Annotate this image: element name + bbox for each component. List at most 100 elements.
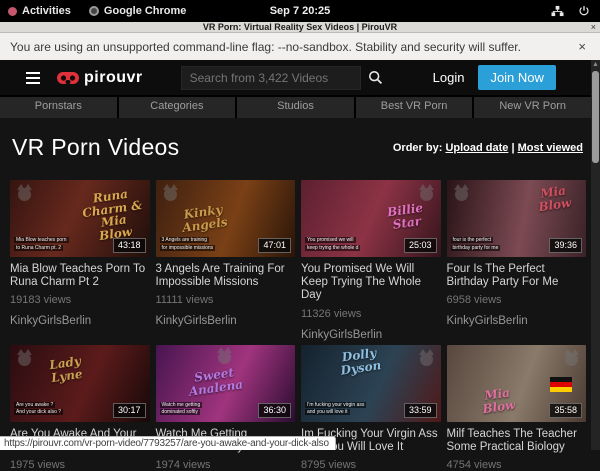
order-separator: | bbox=[511, 142, 514, 154]
tab-close-icon[interactable]: × bbox=[591, 22, 596, 32]
thumbnail-caption: 3 Angels are trainingfor impossible miss… bbox=[160, 237, 216, 252]
video-views: 11326 views bbox=[301, 308, 441, 320]
video-thumbnail[interactable]: Mia Blow four is the perfectbirthday par… bbox=[447, 180, 587, 257]
thumbnail-overlay-title: Mia Blow bbox=[527, 183, 582, 215]
order-link-upload-date[interactable]: Upload date bbox=[445, 142, 508, 154]
thumbnail-overlay-title: Lady Lyne bbox=[42, 354, 89, 385]
video-card[interactable]: Kinky Angels 3 Angels are trainingfor im… bbox=[156, 180, 296, 341]
search-bar bbox=[181, 66, 391, 90]
duration-badge: 30:17 bbox=[113, 403, 146, 418]
video-title[interactable]: Milf Teaches The Teacher Some Practical … bbox=[447, 428, 587, 454]
nav-item-categories[interactable]: Categories bbox=[119, 97, 236, 118]
video-card[interactable]: Sweet Analena Watch me gettingdominated … bbox=[156, 345, 296, 471]
search-button[interactable] bbox=[361, 66, 391, 90]
scrollbar-thumb[interactable] bbox=[592, 71, 599, 163]
video-thumbnail[interactable]: Sweet Analena Watch me gettingdominated … bbox=[156, 345, 296, 422]
video-views: 6958 views bbox=[447, 294, 587, 306]
video-title[interactable]: Four Is The Perfect Birthday Party For M… bbox=[447, 263, 587, 289]
duration-badge: 35:58 bbox=[549, 403, 582, 418]
duration-badge: 47:01 bbox=[258, 238, 291, 253]
tab-title[interactable]: VR Porn: Virtual Reality Sex Videos | Pi… bbox=[0, 22, 600, 33]
thumbnail-overlay-title: Billie Star bbox=[379, 201, 432, 233]
video-studio-link[interactable]: KinkyGirlsBerlin bbox=[301, 329, 441, 341]
thumbnail-overlay-title: Kinky Angels bbox=[172, 202, 235, 235]
video-title[interactable]: 3 Angels Are Training For Impossible Mis… bbox=[156, 263, 296, 289]
thumbnail-caption: Are you awake ?And your dick also ? bbox=[14, 402, 63, 417]
brand-name: pirouvr bbox=[84, 69, 143, 87]
studio-watermark-icon bbox=[218, 351, 231, 364]
german-flag-icon bbox=[550, 377, 572, 392]
duration-badge: 36:30 bbox=[258, 403, 291, 418]
video-views: 8795 views bbox=[301, 459, 441, 471]
thumbnail-overlay-title: Runa Charm & Mia Blow bbox=[78, 186, 146, 245]
video-card[interactable]: Dolly Dyson I'm fucking your virgin assa… bbox=[301, 345, 441, 471]
video-views: 11111 views bbox=[156, 294, 296, 306]
video-views: 1974 views bbox=[156, 459, 296, 471]
video-thumbnail[interactable]: Mia Blow 35:58 bbox=[447, 345, 587, 422]
video-thumbnail[interactable]: Lady Lyne Are you awake ?And your dick a… bbox=[10, 345, 150, 422]
video-studio-link[interactable]: KinkyGirlsBerlin bbox=[156, 315, 296, 327]
search-icon bbox=[368, 70, 383, 85]
nav-item-new-vr-porn[interactable]: New VR Porn bbox=[474, 97, 591, 118]
studio-watermark-icon bbox=[420, 353, 433, 366]
video-title[interactable]: Mia Blow Teaches Porn To Runa Charm Pt 2 bbox=[10, 263, 150, 289]
video-views: 1975 views bbox=[10, 459, 150, 471]
thumbnail-caption: Watch me gettingdominated softly bbox=[160, 402, 203, 417]
thumbnail-caption: four is the perfectbirthday party for me bbox=[451, 237, 501, 252]
video-grid: Runa Charm & Mia Blow Mia Blow teaches p… bbox=[10, 180, 586, 471]
power-icon[interactable] bbox=[578, 5, 590, 17]
video-card[interactable]: Runa Charm & Mia Blow Mia Blow teaches p… bbox=[10, 180, 150, 341]
video-card[interactable]: Lady Lyne Are you awake ?And your dick a… bbox=[10, 345, 150, 471]
search-input[interactable] bbox=[181, 66, 361, 90]
login-link[interactable]: Login bbox=[433, 70, 465, 85]
video-thumbnail[interactable]: Billie Star You promised we willkeep try… bbox=[301, 180, 441, 257]
warning-message: You are using an unsupported command-lin… bbox=[10, 40, 521, 54]
menu-icon[interactable] bbox=[26, 69, 40, 87]
duration-badge: 39:36 bbox=[549, 238, 582, 253]
page-title: VR Porn Videos bbox=[12, 134, 179, 161]
site-header: pirouvr Login Join Now bbox=[0, 60, 600, 95]
order-link-most-viewed[interactable]: Most viewed bbox=[518, 142, 583, 154]
video-card[interactable]: Mia Blow 35:58 Milf Teaches The Teacher … bbox=[447, 345, 587, 471]
video-studio-link[interactable]: KinkyGirlsBerlin bbox=[10, 315, 150, 327]
thumbnail-overlay-title: Mia Blow bbox=[467, 385, 528, 418]
video-card[interactable]: Mia Blow four is the perfectbirthday par… bbox=[447, 180, 587, 341]
scrollbar-up-arrow-icon[interactable]: ▲ bbox=[591, 60, 600, 70]
order-by-label: Order by: bbox=[393, 142, 443, 154]
main-nav: Pornstars Categories Studios Best VR Por… bbox=[0, 95, 591, 118]
clock[interactable]: Sep 7 20:25 bbox=[0, 5, 600, 17]
status-url-bubble: https://pirouvr.com/vr-porn-video/779325… bbox=[0, 436, 336, 450]
video-thumbnail[interactable]: Dolly Dyson I'm fucking your virgin assa… bbox=[301, 345, 441, 422]
video-card[interactable]: Billie Star You promised we willkeep try… bbox=[301, 180, 441, 341]
video-thumbnail[interactable]: Runa Charm & Mia Blow Mia Blow teaches p… bbox=[10, 180, 150, 257]
duration-badge: 25:03 bbox=[404, 238, 437, 253]
nav-item-best-vr-porn[interactable]: Best VR Porn bbox=[356, 97, 473, 118]
site-logo[interactable]: pirouvr bbox=[56, 69, 143, 87]
video-views: 4754 views bbox=[447, 459, 587, 471]
order-by-controls: Order by: Upload date | Most viewed bbox=[393, 142, 583, 154]
video-studio-link[interactable]: KinkyGirlsBerlin bbox=[447, 315, 587, 327]
page-heading-row: VR Porn Videos Order by: Upload date | M… bbox=[0, 118, 591, 180]
join-now-button[interactable]: Join Now bbox=[478, 65, 555, 90]
video-thumbnail[interactable]: Kinky Angels 3 Angels are trainingfor im… bbox=[156, 180, 296, 257]
duration-badge: 43:18 bbox=[113, 238, 146, 253]
warning-close-icon[interactable]: × bbox=[578, 39, 590, 54]
vr-headset-logo-icon bbox=[56, 71, 80, 85]
studio-watermark-icon bbox=[565, 353, 578, 366]
network-icon[interactable] bbox=[551, 5, 564, 17]
thumbnail-caption: I'm fucking your virgin assand you will … bbox=[305, 402, 366, 417]
page-scrollbar[interactable]: ▲ bbox=[591, 60, 600, 450]
thumbnail-overlay-title: Sweet Analena bbox=[182, 364, 247, 398]
studio-watermark-icon bbox=[420, 188, 433, 201]
video-title[interactable]: You Promised We Will Keep Trying The Who… bbox=[301, 263, 441, 303]
browser-tab-bar: VR Porn: Virtual Reality Sex Videos | Pi… bbox=[0, 22, 600, 33]
nav-item-pornstars[interactable]: Pornstars bbox=[0, 97, 117, 118]
studio-watermark-icon bbox=[18, 353, 31, 366]
studio-watermark-icon bbox=[455, 188, 468, 201]
video-views: 19183 views bbox=[10, 294, 150, 306]
studio-watermark-icon bbox=[18, 188, 31, 201]
nav-item-studios[interactable]: Studios bbox=[237, 97, 354, 118]
thumbnail-overlay-title: Dolly Dyson bbox=[330, 345, 391, 378]
thumbnail-caption: You promised we willkeep trying the whol… bbox=[305, 237, 360, 252]
thumbnail-caption: Mia Blow teaches pornto Runa Charm pt. 2 bbox=[14, 237, 69, 252]
